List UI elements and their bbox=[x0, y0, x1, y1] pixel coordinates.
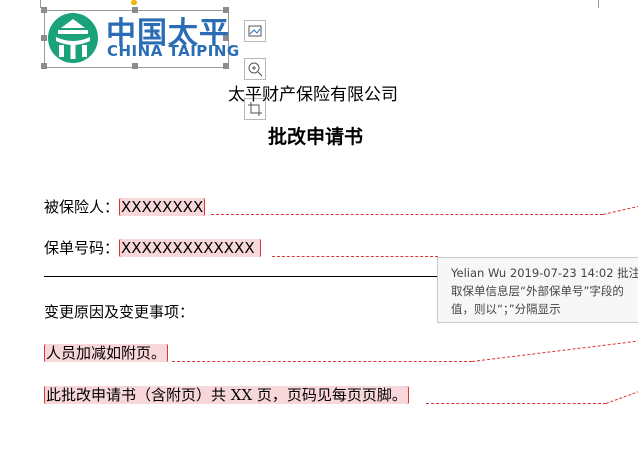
document-page: 中国太平 CHINA TAIPING 太平财产保险有限公司 批改申请书 被保险人… bbox=[0, 0, 638, 471]
comment-line: 取保单信息层“外部保单号”字段的 bbox=[451, 284, 624, 298]
comment-header: Yelian Wu 2019-07-23 14:02 批注 bbox=[451, 264, 638, 282]
layout-icon bbox=[248, 25, 262, 37]
insured-label: 被保险人： bbox=[44, 198, 120, 216]
policy-number-label: 保单号码： bbox=[44, 239, 120, 257]
company-name: 太平财产保险有限公司 bbox=[228, 85, 398, 105]
revision-connector bbox=[272, 256, 438, 257]
revision-connector bbox=[211, 214, 603, 215]
revision-connector bbox=[602, 205, 638, 215]
comment-line: 值，则以“；”分隔显示 bbox=[451, 302, 561, 316]
ruler-mark bbox=[598, 0, 599, 8]
footer-text: 此批改申请书（含附页）共 XX 页，页码见每页页脚。 bbox=[44, 384, 409, 405]
china-taiping-logo-icon bbox=[48, 13, 98, 63]
logo-english-text: CHINA TAIPING bbox=[107, 42, 240, 60]
horizontal-rule bbox=[44, 276, 438, 277]
zoom-in-icon bbox=[248, 62, 263, 77]
insured-row: 被保险人： XXXXXXXX bbox=[44, 196, 206, 217]
change-item-text[interactable]: 人员加减如附页。 bbox=[44, 344, 169, 362]
resize-handle[interactable] bbox=[223, 63, 229, 69]
insured-value[interactable]: XXXXXXXX bbox=[119, 198, 206, 216]
change-item: 人员加减如附页。 bbox=[44, 342, 169, 363]
comment-kind: 批注 bbox=[617, 266, 638, 280]
comment-author: Yelian Wu bbox=[451, 266, 507, 280]
revision-connector bbox=[426, 403, 606, 404]
revision-connector bbox=[605, 390, 638, 404]
policy-number-row: 保单号码： XXXXXXXXXXXXX bbox=[44, 237, 261, 258]
change-heading: 变更原因及变更事项： bbox=[44, 303, 195, 321]
layout-options-button[interactable] bbox=[244, 20, 266, 42]
rotate-handle[interactable] bbox=[131, 0, 137, 5]
policy-number-value[interactable]: XXXXXXXXXXXXX bbox=[119, 239, 261, 257]
comment-datetime: 2019-07-23 14:02 bbox=[509, 266, 614, 280]
document-title: 批改申请书 bbox=[268, 126, 364, 148]
revision-connector bbox=[471, 340, 638, 362]
zoom-button[interactable] bbox=[244, 58, 266, 80]
resize-handle[interactable] bbox=[132, 63, 138, 69]
comment-balloon[interactable]: Yelian Wu 2019-07-23 14:02 批注 取保单信息层“外部保… bbox=[437, 257, 638, 323]
revision-connector bbox=[172, 361, 472, 362]
footer-text-content[interactable]: 此批改申请书（含附页）共 XX 页，页码见每页页脚。 bbox=[44, 386, 409, 404]
